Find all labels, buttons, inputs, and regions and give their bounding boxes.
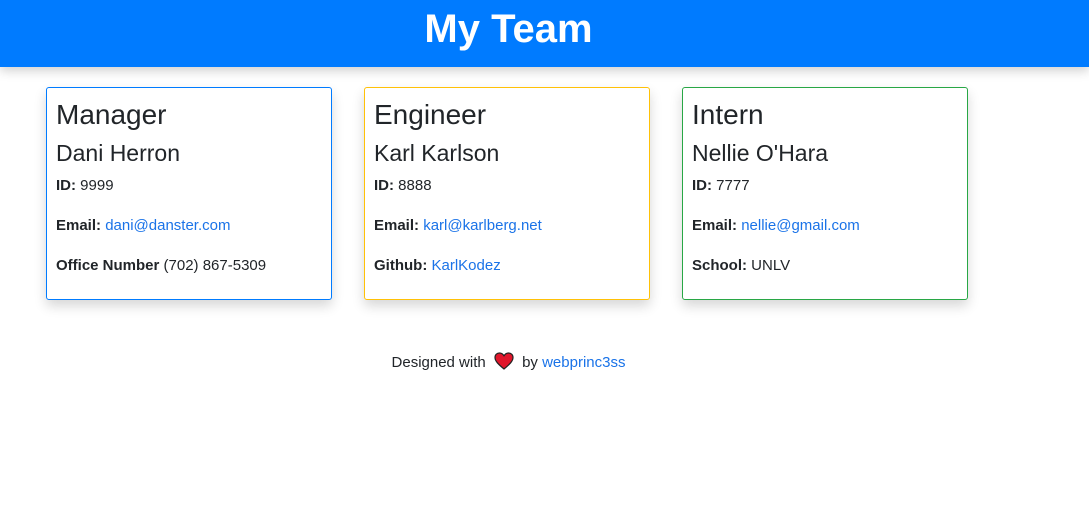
card-id-row: ID: 8888 xyxy=(374,176,432,196)
footer-by: by xyxy=(522,354,538,371)
id-value: 8888 xyxy=(398,177,432,194)
email-link[interactable]: dani@danster.com xyxy=(105,217,230,234)
footer: Designed with by webprinc3ss xyxy=(0,352,1017,376)
office-number-label: Office Number xyxy=(56,257,160,274)
page-title: My Team xyxy=(424,7,593,51)
id-value: 9999 xyxy=(80,177,114,194)
card-role: Intern xyxy=(692,99,764,130)
card-id-row: ID: 7777 xyxy=(692,176,750,196)
engineer-card: Engineer Karl Karlson ID: 8888 Email: ka… xyxy=(364,87,650,300)
email-link[interactable]: nellie@gmail.com xyxy=(741,217,860,234)
school-label: School: xyxy=(692,257,747,274)
id-label: ID: xyxy=(56,177,76,194)
card-office-row: Office Number (702) 867-5309 xyxy=(56,256,266,276)
card-id-row: ID: 9999 xyxy=(56,176,114,196)
footer-prefix: Designed with xyxy=(391,354,486,371)
card-email-row: Email: dani@danster.com xyxy=(56,216,230,236)
github-label: Github: xyxy=(374,257,428,274)
author-link[interactable]: webprinc3ss xyxy=(542,354,625,371)
email-label: Email: xyxy=(374,217,420,234)
manager-card: Manager Dani Herron ID: 9999 Email: dani… xyxy=(46,87,332,300)
card-role: Manager xyxy=(56,99,167,130)
id-label: ID: xyxy=(374,177,394,194)
github-link[interactable]: KarlKodez xyxy=(432,257,501,274)
card-name: Karl Karlson xyxy=(374,140,500,166)
id-label: ID: xyxy=(692,177,712,194)
card-role: Engineer xyxy=(374,99,487,130)
card-email-row: Email: nellie@gmail.com xyxy=(692,216,860,236)
office-number-value: (702) 867-5309 xyxy=(163,257,267,274)
school-value: UNLV xyxy=(751,257,791,274)
card-name: Nellie O'Hara xyxy=(692,140,829,166)
page-header: My Team xyxy=(0,0,1089,67)
email-label: Email: xyxy=(56,217,102,234)
card-email-row: Email: karl@karlberg.net xyxy=(374,216,542,236)
card-name: Dani Herron xyxy=(56,140,180,166)
email-link[interactable]: karl@karlberg.net xyxy=(423,217,542,234)
card-school-row: School: UNLV xyxy=(692,256,790,276)
intern-card: Intern Nellie O'Hara ID: 7777 Email: nel… xyxy=(682,87,968,300)
id-value: 7777 xyxy=(716,177,750,194)
email-label: Email: xyxy=(692,217,738,234)
heart-icon xyxy=(494,352,514,376)
card-github-row: Github: KarlKodez xyxy=(374,256,501,276)
